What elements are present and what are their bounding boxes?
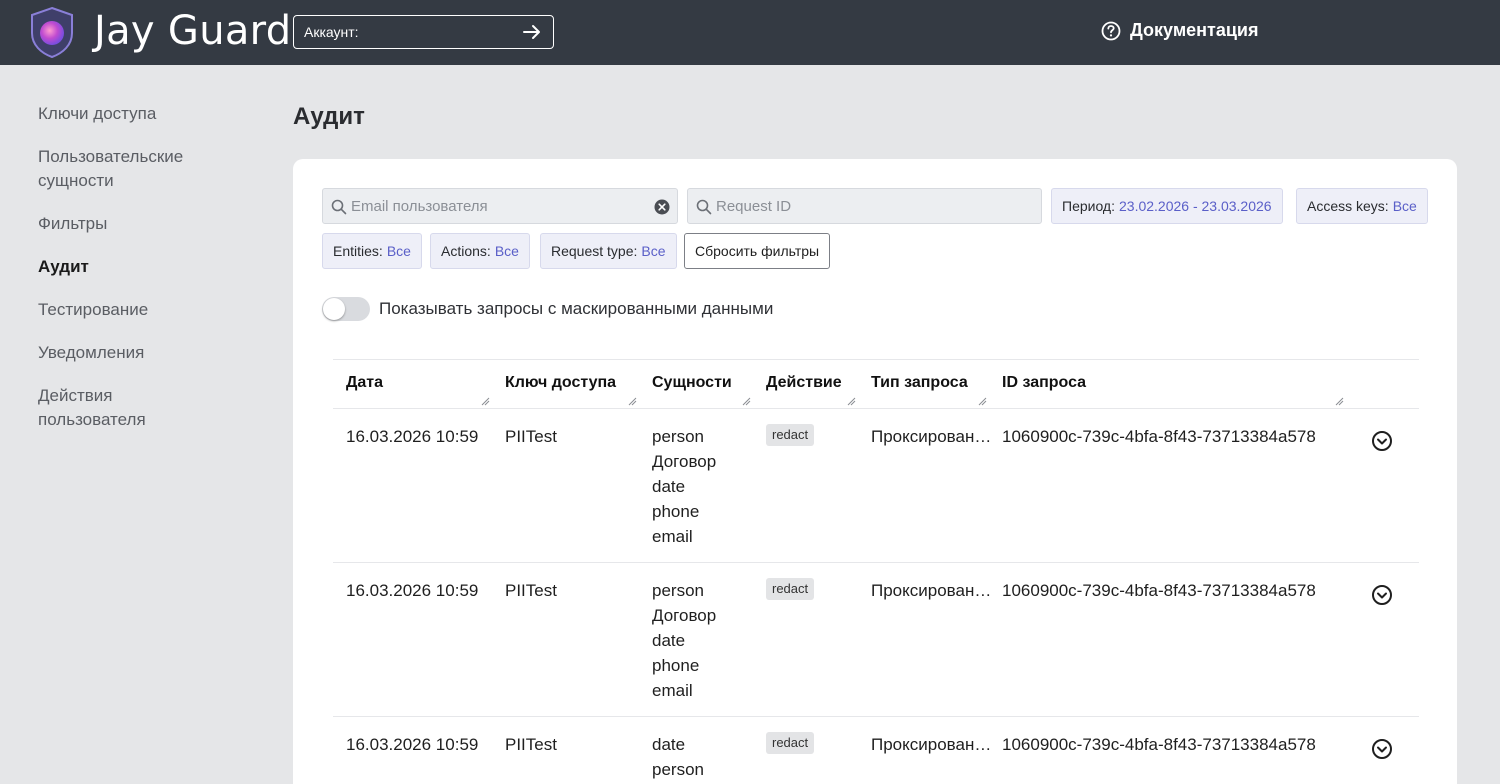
column-resize-handle[interactable] <box>978 397 987 406</box>
sidebar-item-audit[interactable]: Аудит <box>38 255 238 279</box>
row-date: 16.03.2026 10:59 <box>346 735 479 754</box>
sidebar-item-notifications[interactable]: Уведомления <box>38 341 238 365</box>
request-type-filter[interactable]: Request type: Все <box>540 233 677 269</box>
sidebar-item-filters[interactable]: Фильтры <box>38 212 238 236</box>
column-resize-handle[interactable] <box>628 397 637 406</box>
row-divider <box>333 562 1419 563</box>
row-request-type: Проксирован… <box>871 735 992 754</box>
row-divider <box>333 716 1419 717</box>
column-header-request-type[interactable]: Тип запроса <box>871 374 968 392</box>
top-bar: Jay Guard Аккаунт: Документация <box>0 0 1500 65</box>
entity-item: person <box>652 760 704 779</box>
sidebar-item-testing[interactable]: Тестирование <box>38 298 238 322</box>
sidebar-nav: Ключи доступа Пользовательские сущности … <box>38 102 238 451</box>
chevron-down-circle-icon[interactable] <box>1371 584 1393 606</box>
row-access-key: PIITest <box>505 581 557 600</box>
column-header-action[interactable]: Действие <box>766 374 842 392</box>
entity-item: phone <box>652 656 700 675</box>
sidebar-item-user-actions[interactable]: Действия пользователя <box>38 384 168 432</box>
action-badge: redact <box>766 424 815 446</box>
search-icon <box>331 199 347 215</box>
column-resize-handle[interactable] <box>1335 397 1344 406</box>
access-keys-filter-label: Access keys: <box>1307 198 1389 214</box>
chevron-down-circle-icon[interactable] <box>1371 430 1393 452</box>
column-resize-handle[interactable] <box>481 397 490 406</box>
account-selector[interactable]: Аккаунт: <box>293 15 554 49</box>
request-type-filter-value: Все <box>641 243 666 259</box>
account-label: Аккаунт: <box>304 24 359 40</box>
sidebar-item-custom-entities[interactable]: Пользовательские сущности <box>38 145 208 193</box>
period-filter-value: 23.02.2026 - 23.03.2026 <box>1119 198 1272 214</box>
search-icon <box>696 199 712 215</box>
entities-filter[interactable]: Entities: Все <box>322 233 422 269</box>
chevron-down-circle-icon[interactable] <box>1371 738 1393 760</box>
column-resize-handle[interactable] <box>847 397 856 406</box>
shield-logo-icon[interactable] <box>29 6 75 58</box>
documentation-label: Документация <box>1130 20 1259 40</box>
row-access-key: PIITest <box>505 735 557 754</box>
row-request-type: Проксирован… <box>871 427 992 446</box>
table-header-divider <box>333 408 1419 409</box>
row-request-type: Проксирован… <box>871 581 992 600</box>
row-date: 16.03.2026 10:59 <box>346 581 479 600</box>
email-search-placeholder: Email пользователя <box>351 197 488 215</box>
entity-item: Договор <box>652 452 717 471</box>
entity-item: person <box>652 581 704 600</box>
period-filter[interactable]: Период: 23.02.2026 - 23.03.2026 <box>1051 188 1283 224</box>
entity-item: date <box>652 631 686 650</box>
email-search-input[interactable]: Email пользователя <box>322 188 678 224</box>
masked-data-toggle-label: Показывать запросы с маскированными данн… <box>379 299 774 318</box>
row-request-id: 1060900c-739c-4bfa-8f43-73713384a578 <box>1002 427 1316 446</box>
row-request-id: 1060900c-739c-4bfa-8f43-73713384a578 <box>1002 581 1316 600</box>
column-header-date[interactable]: Дата <box>346 374 383 392</box>
arrow-right-icon[interactable] <box>522 22 542 42</box>
row-entities: date person <box>652 732 704 782</box>
column-header-request-id[interactable]: ID запроса <box>1002 374 1086 392</box>
action-badge: redact <box>766 578 815 600</box>
period-filter-label: Период: <box>1062 198 1115 214</box>
actions-filter[interactable]: Actions: Все <box>430 233 530 269</box>
entities-filter-label: Entities: <box>333 243 383 259</box>
entity-item: person <box>652 427 704 446</box>
column-resize-handle[interactable] <box>742 397 751 406</box>
help-circle-icon <box>1101 21 1121 40</box>
access-keys-filter-value: Все <box>1392 198 1417 214</box>
entity-item: Договор <box>652 606 717 625</box>
row-date: 16.03.2026 10:59 <box>346 427 479 446</box>
entity-item: email <box>652 527 693 546</box>
row-entities: person Договор date phone email <box>652 424 716 549</box>
reset-filters-button[interactable]: Сбросить фильтры <box>684 233 831 269</box>
row-entities: person Договор date phone email <box>652 578 716 703</box>
access-keys-filter[interactable]: Access keys: Все <box>1296 188 1428 224</box>
entities-filter-value: Все <box>386 243 411 259</box>
documentation-link[interactable]: Документация <box>1101 20 1258 41</box>
entity-item: date <box>652 477 686 496</box>
action-badge: redact <box>766 732 815 754</box>
row-access-key: PIITest <box>505 427 557 446</box>
request-type-filter-label: Request type: <box>551 243 638 259</box>
table-top-divider <box>333 359 1419 360</box>
request-id-search-input[interactable]: Request ID <box>687 188 1042 224</box>
masked-data-toggle[interactable] <box>322 297 370 321</box>
row-request-id: 1060900c-739c-4bfa-8f43-73713384a578 <box>1002 735 1316 754</box>
sidebar-item-access-keys[interactable]: Ключи доступа <box>38 102 238 126</box>
entity-item: email <box>652 681 693 700</box>
entity-item: date <box>652 735 686 754</box>
entity-item: phone <box>652 502 700 521</box>
toggle-knob <box>323 298 345 320</box>
page-title: Аудит <box>293 103 365 130</box>
column-header-entities[interactable]: Сущности <box>652 374 732 392</box>
actions-filter-label: Actions: <box>441 243 491 259</box>
actions-filter-value: Все <box>494 243 519 259</box>
column-header-access-key[interactable]: Ключ доступа <box>505 374 616 392</box>
brand-title[interactable]: Jay Guard <box>94 8 291 54</box>
request-id-placeholder: Request ID <box>716 197 792 215</box>
clear-icon[interactable] <box>654 199 670 215</box>
